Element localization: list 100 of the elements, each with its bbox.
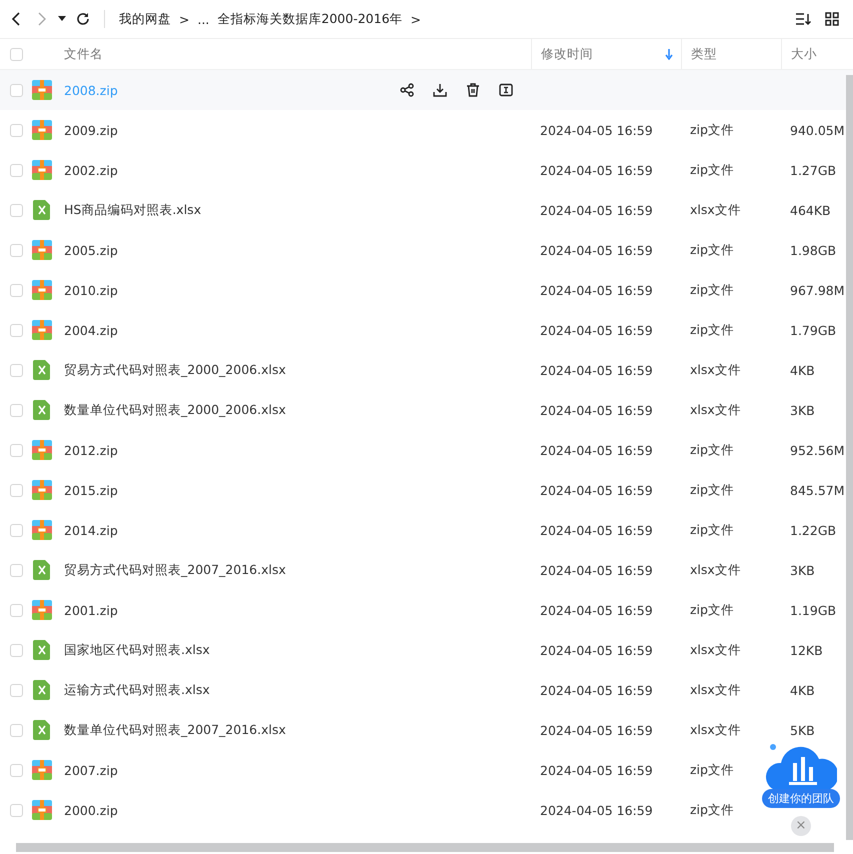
breadcrumb-item[interactable]: 全指标海关数据库2000-2016年 <box>217 10 403 28</box>
share-button[interactable] <box>400 83 414 97</box>
file-name[interactable]: 2005.zip <box>64 242 118 258</box>
row-checkbox[interactable] <box>10 124 23 136</box>
file-name[interactable]: 贸易方式代码对照表_2007_2016.xlsx <box>64 562 286 578</box>
modified-time: 2024-04-05 16:59 <box>540 522 653 538</box>
file-type: xlsx文件 <box>690 562 741 576</box>
row-checkbox[interactable] <box>10 364 23 376</box>
modified-time: 2024-04-05 16:59 <box>540 802 653 818</box>
file-name[interactable]: 2000.zip <box>64 802 118 818</box>
archive-icon <box>32 440 52 460</box>
select-all-checkbox[interactable] <box>10 48 23 60</box>
refresh-button[interactable] <box>76 12 90 26</box>
spreadsheet-icon <box>32 200 52 220</box>
file-size: 12KB <box>790 642 823 658</box>
spreadsheet-icon <box>32 680 52 700</box>
row-checkbox[interactable] <box>10 204 23 216</box>
grid-view-button[interactable] <box>825 12 839 26</box>
file-size: 1.79GB <box>790 322 836 338</box>
file-name[interactable]: HS商品编码对照表.xlsx <box>64 202 202 218</box>
archive-icon <box>32 760 52 780</box>
file-name[interactable]: 数量单位代码对照表_2007_2016.xlsx <box>64 722 286 738</box>
archive-icon <box>32 800 52 820</box>
file-size: 5KB <box>790 722 815 738</box>
file-name[interactable]: 2015.zip <box>64 482 118 498</box>
spreadsheet-icon <box>32 400 52 420</box>
scrollbar[interactable] <box>846 75 853 840</box>
archive-icon <box>32 600 52 620</box>
file-size: 845.57M <box>790 482 845 498</box>
breadcrumb-item[interactable]: > <box>410 12 422 26</box>
column-header[interactable]: 大小 <box>791 46 817 62</box>
sort-button[interactable] <box>795 12 811 26</box>
file-type: xlsx文件 <box>690 402 741 416</box>
column-header[interactable]: 修改时间 <box>541 46 593 62</box>
row-checkbox[interactable] <box>10 764 23 776</box>
file-type: zip文件 <box>690 802 734 816</box>
row-checkbox[interactable] <box>10 84 23 96</box>
column-header[interactable]: 文件名 <box>64 46 103 62</box>
download-button[interactable] <box>433 83 447 97</box>
row-checkbox[interactable] <box>10 444 23 456</box>
file-size: 4KB <box>790 682 815 698</box>
row-checkbox[interactable] <box>10 524 23 536</box>
file-type: zip文件 <box>690 322 734 336</box>
file-type: zip文件 <box>690 122 734 136</box>
breadcrumb-item[interactable]: 我的网盘 <box>119 10 171 28</box>
row-checkbox[interactable] <box>10 284 23 296</box>
spreadsheet-icon <box>32 560 52 580</box>
scrollbar[interactable] <box>16 843 834 852</box>
file-size: 3KB <box>790 402 815 418</box>
breadcrumb-item[interactable]: ... <box>197 12 210 26</box>
modified-time: 2024-04-05 16:59 <box>540 362 653 378</box>
file-size: 967.98M <box>790 282 845 298</box>
modified-time: 2024-04-05 16:59 <box>540 762 653 778</box>
file-type: xlsx文件 <box>690 642 741 656</box>
file-name[interactable]: 2010.zip <box>64 282 118 298</box>
file-type: zip文件 <box>690 602 734 616</box>
row-checkbox[interactable] <box>10 804 23 816</box>
file-name[interactable]: 国家地区代码对照表.xlsx <box>64 642 210 658</box>
spreadsheet-icon <box>32 720 52 740</box>
row-checkbox[interactable] <box>10 324 23 336</box>
file-name[interactable]: 2002.zip <box>64 162 118 178</box>
file-size: 940.05M <box>790 122 845 138</box>
file-size: 1.98GB <box>790 242 836 258</box>
row-checkbox[interactable] <box>10 484 23 496</box>
row-checkbox[interactable] <box>10 604 23 616</box>
row-checkbox[interactable] <box>10 684 23 696</box>
file-name[interactable]: 2014.zip <box>64 522 118 538</box>
row-checkbox[interactable] <box>10 164 23 176</box>
column-header[interactable]: 类型 <box>691 46 717 62</box>
file-name[interactable]: 贸易方式代码对照表_2000_2006.xlsx <box>64 362 286 378</box>
file-size: 952.56M <box>790 442 845 458</box>
file-name[interactable]: 运输方式代码对照表.xlsx <box>64 682 210 698</box>
file-name[interactable]: 2001.zip <box>64 602 118 618</box>
modified-time: 2024-04-05 16:59 <box>540 242 653 258</box>
modified-time: 2024-04-05 16:59 <box>540 602 653 618</box>
spreadsheet-icon <box>32 360 52 380</box>
row-checkbox[interactable] <box>10 724 23 736</box>
file-size: 1.27GB <box>790 162 836 178</box>
archive-icon <box>32 80 52 100</box>
archive-icon <box>32 480 52 500</box>
file-name[interactable]: 2004.zip <box>64 322 118 338</box>
rename-button[interactable] <box>499 83 513 97</box>
delete-button[interactable] <box>466 83 480 97</box>
row-checkbox[interactable] <box>10 564 23 576</box>
breadcrumb-item[interactable]: > <box>179 12 190 26</box>
file-name[interactable]: 数量单位代码对照表_2000_2006.xlsx <box>64 402 286 418</box>
modified-time: 2024-04-05 16:59 <box>540 162 653 178</box>
file-name[interactable]: 2007.zip <box>64 762 118 778</box>
modified-time: 2024-04-05 16:59 <box>540 202 653 218</box>
modified-time: 2024-04-05 16:59 <box>540 562 653 578</box>
create-team-button[interactable]: 创建你的团队 <box>762 789 840 808</box>
archive-icon <box>32 280 52 300</box>
file-name[interactable]: 2009.zip <box>64 122 118 138</box>
file-type: zip文件 <box>690 442 734 456</box>
row-checkbox[interactable] <box>10 404 23 416</box>
file-name[interactable]: 2012.zip <box>64 442 118 458</box>
row-checkbox[interactable] <box>10 244 23 256</box>
modified-time: 2024-04-05 16:59 <box>540 322 653 338</box>
dropdown-button[interactable] <box>58 16 66 22</box>
row-checkbox[interactable] <box>10 644 23 656</box>
